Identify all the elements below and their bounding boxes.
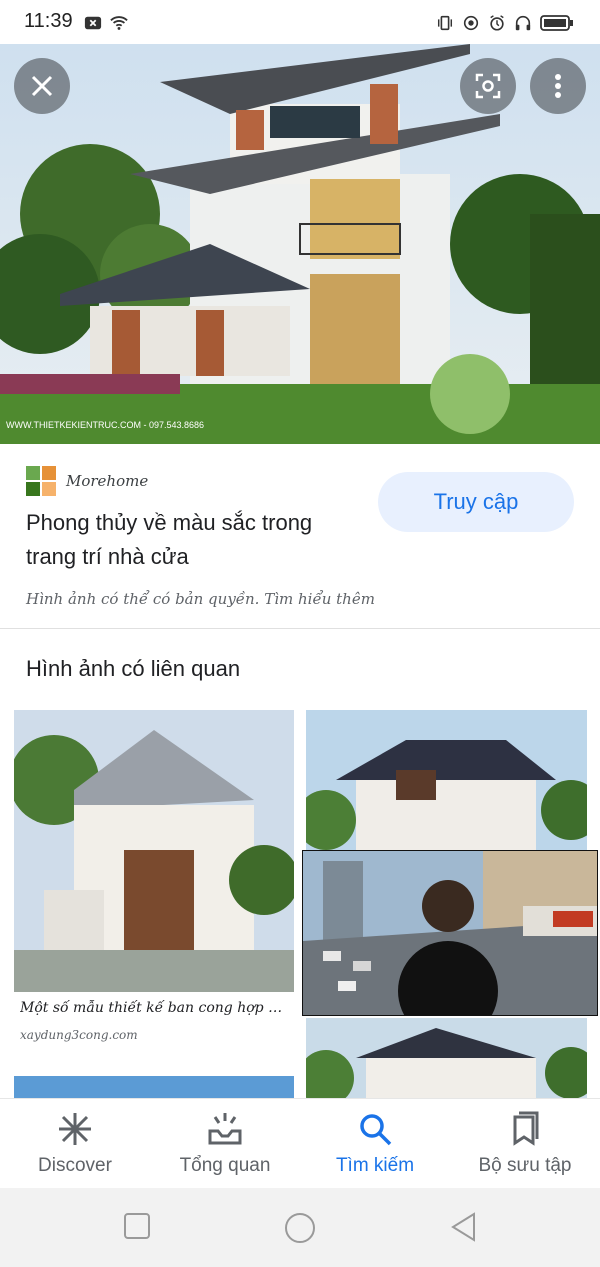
more-options-button[interactable] bbox=[530, 58, 586, 114]
lens-icon bbox=[475, 73, 501, 99]
nav-collections-label: Bộ sưu tập bbox=[478, 1155, 572, 1176]
source-row[interactable]: Morehome bbox=[26, 466, 148, 496]
hero-watermark: WWW.THIETKEKIENTRUC.COM - 097.543.8686 bbox=[6, 420, 204, 430]
nav-updates-label: Tổng quan bbox=[179, 1155, 271, 1176]
copyright-note[interactable]: Hình ảnh có thể có bản quyền. Tìm hiểu t… bbox=[26, 590, 375, 608]
nav-discover-label: Discover bbox=[38, 1155, 112, 1176]
related-source-1: xaydung3cong.com bbox=[20, 1028, 138, 1042]
status-bar: 11:39 bbox=[0, 0, 600, 44]
visit-button[interactable]: Truy cập bbox=[378, 472, 574, 532]
nav-updates[interactable]: Tổng quan bbox=[150, 1099, 300, 1188]
floating-video-player[interactable] bbox=[302, 850, 598, 1016]
back-button[interactable] bbox=[450, 1212, 478, 1242]
close-box-icon bbox=[84, 16, 102, 30]
lens-button[interactable] bbox=[460, 58, 516, 114]
more-vert-icon bbox=[555, 74, 561, 98]
nav-discover[interactable]: Discover bbox=[0, 1099, 150, 1188]
source-name: Morehome bbox=[66, 472, 149, 490]
sync-icon bbox=[463, 15, 479, 31]
headset-icon bbox=[515, 15, 531, 31]
asterisk-icon bbox=[59, 1113, 91, 1145]
close-icon bbox=[31, 75, 53, 97]
house-illustration: WWW.THIETKEKIENTRUC.COM - 097.543.8686 bbox=[0, 44, 600, 444]
collections-icon bbox=[513, 1111, 539, 1146]
search-icon bbox=[360, 1114, 392, 1146]
bottom-nav: Discover Tổng quan Tìm kiếm Bộ sưu tập bbox=[0, 1098, 600, 1188]
close-button[interactable] bbox=[14, 58, 70, 114]
related-image-4[interactable] bbox=[14, 1076, 294, 1098]
related-image-2[interactable] bbox=[306, 710, 587, 850]
result-title: Phong thủy về màu sắc trong trang trí nh… bbox=[26, 510, 313, 569]
vibrate-icon bbox=[437, 15, 453, 31]
status-time: 11:39 bbox=[24, 10, 73, 32]
alarm-icon bbox=[490, 15, 504, 31]
updates-icon bbox=[208, 1113, 242, 1145]
system-nav-bar bbox=[0, 1188, 600, 1267]
hero-image[interactable]: WWW.THIETKEKIENTRUC.COM - 097.543.8686 bbox=[0, 44, 600, 444]
nav-collections[interactable]: Bộ sưu tập bbox=[450, 1099, 600, 1188]
divider bbox=[0, 628, 600, 629]
nav-search-label: Tìm kiếm bbox=[335, 1155, 415, 1176]
related-image-1[interactable] bbox=[14, 710, 294, 992]
home-button[interactable] bbox=[284, 1212, 316, 1244]
morehome-logo bbox=[26, 466, 56, 496]
wifi-icon bbox=[110, 16, 128, 30]
battery-icon bbox=[540, 15, 573, 31]
recents-button[interactable] bbox=[123, 1212, 151, 1240]
related-heading: Hình ảnh có liên quan bbox=[26, 656, 241, 681]
related-caption-1[interactable]: Một số mẫu thiết kế ban cong hợp phon... bbox=[20, 1000, 290, 1016]
related-image-3[interactable] bbox=[306, 1018, 587, 1098]
nav-search[interactable]: Tìm kiếm bbox=[300, 1099, 450, 1188]
